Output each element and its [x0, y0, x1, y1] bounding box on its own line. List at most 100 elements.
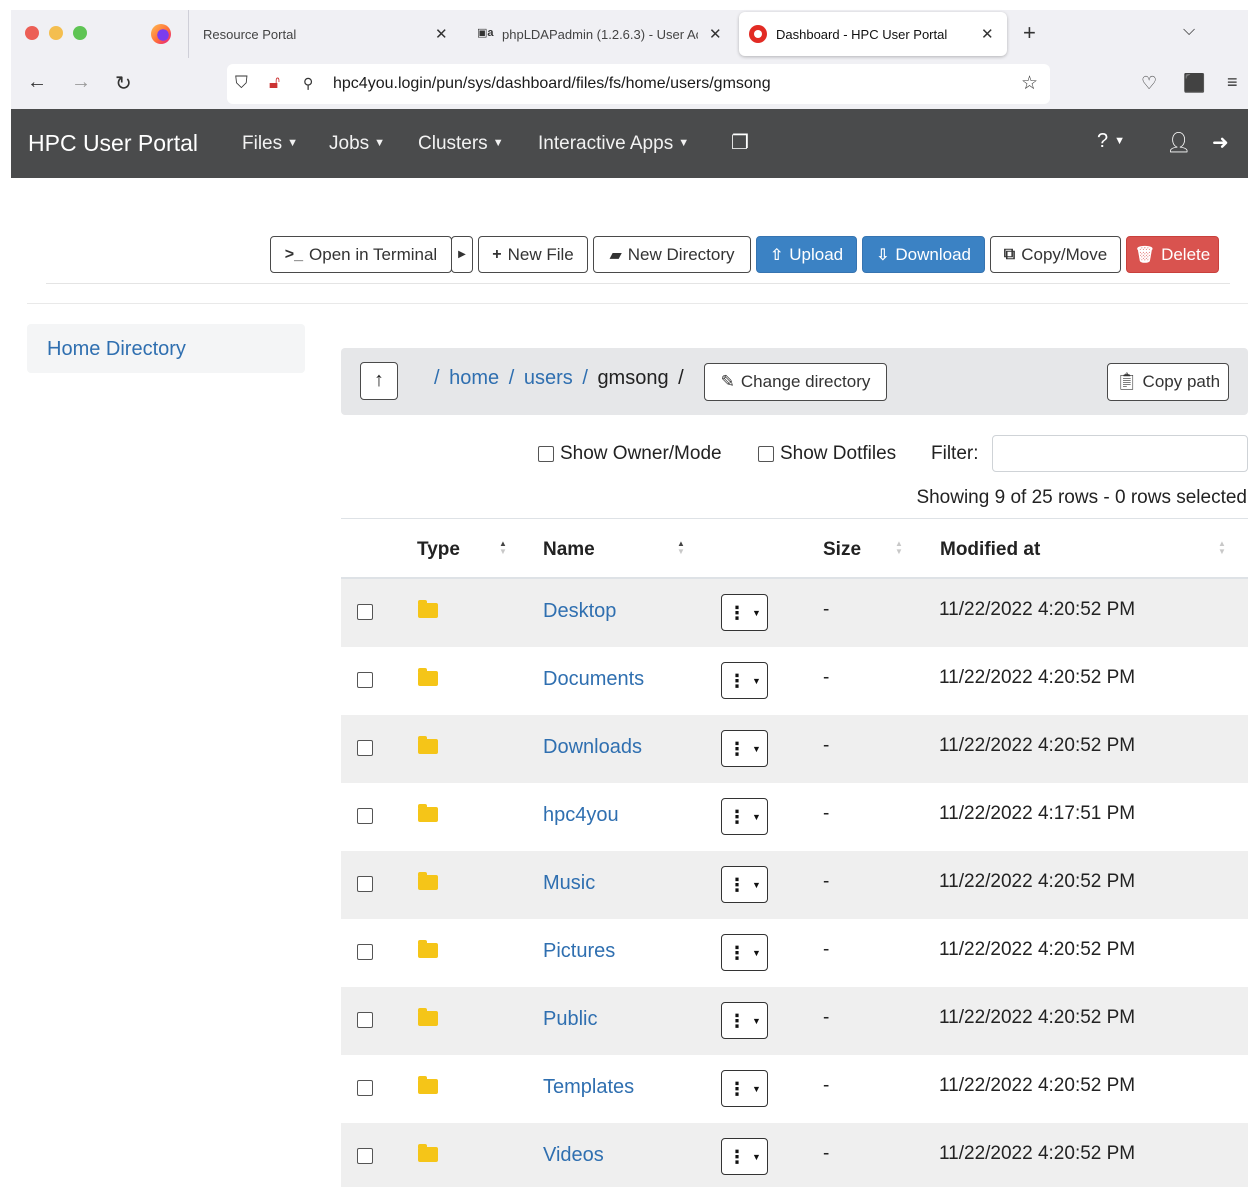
- close-window-button[interactable]: [25, 26, 39, 40]
- sort-icon[interactable]: ▲ ▼: [499, 540, 507, 556]
- breadcrumb: / home / users / gmsong /: [430, 367, 684, 390]
- row-select-checkbox[interactable]: [357, 1148, 373, 1164]
- copy-path-button[interactable]: 📋︎ Copy path: [1107, 363, 1229, 401]
- sort-icon[interactable]: ▲ ▼: [677, 540, 685, 556]
- file-name-link[interactable]: Templates: [543, 1076, 634, 1099]
- row-actions-button[interactable]: ⋮ ▼: [721, 662, 768, 699]
- show-dotfiles-checkbox[interactable]: [758, 446, 774, 462]
- new-directory-button[interactable]: ▰ New Directory: [593, 236, 751, 273]
- new-file-button[interactable]: + New File: [478, 236, 588, 273]
- upload-button[interactable]: ⇧ Upload: [756, 236, 857, 273]
- shield-icon[interactable]: ⛉: [235, 73, 248, 93]
- breadcrumb-home[interactable]: home: [449, 367, 499, 389]
- star-icon[interactable]: ☆: [1021, 72, 1038, 95]
- new-tab-icon[interactable]: +: [1023, 20, 1036, 46]
- table-row[interactable]: Pictures ⋮ ▼ -11/22/2022 4:20:52 PM: [341, 919, 1248, 987]
- table-row[interactable]: Music ⋮ ▼ -11/22/2022 4:20:52 PM: [341, 851, 1248, 919]
- table-row[interactable]: Public ⋮ ▼ -11/22/2022 4:20:52 PM: [341, 987, 1248, 1055]
- menu-files[interactable]: Files ▼: [242, 133, 298, 155]
- file-name-link[interactable]: Desktop: [543, 600, 616, 623]
- minimize-window-button[interactable]: [49, 26, 63, 40]
- file-name-link[interactable]: Documents: [543, 668, 644, 691]
- sort-icon[interactable]: ▲ ▼: [895, 540, 903, 556]
- reload-icon[interactable]: ↻: [115, 71, 132, 96]
- row-actions-button[interactable]: ⋮ ▼: [721, 1138, 768, 1175]
- back-arrow-icon[interactable]: ←: [27, 71, 47, 94]
- brand-title[interactable]: HPC User Portal: [28, 130, 198, 157]
- row-actions-button[interactable]: ⋮ ▼: [721, 866, 768, 903]
- copy-move-button[interactable]: ⧉ Copy/Move: [990, 236, 1121, 273]
- column-header-name[interactable]: Name: [543, 539, 595, 561]
- page-settings-icon[interactable]: ⚲: [303, 75, 313, 92]
- sidebar-item-home-directory[interactable]: Home Directory: [27, 324, 305, 373]
- chevron-down-icon[interactable]: ⌵: [1183, 22, 1195, 40]
- maximize-window-button[interactable]: [73, 26, 87, 40]
- row-actions-button[interactable]: ⋮ ▼: [721, 798, 768, 835]
- row-select-checkbox[interactable]: [357, 876, 373, 892]
- tab-dashboard[interactable]: Dashboard - HPC User Portal ✕: [739, 12, 1007, 56]
- row-actions-button[interactable]: ⋮ ▼: [721, 1002, 768, 1039]
- column-header-size[interactable]: Size: [823, 539, 861, 561]
- row-select-checkbox[interactable]: [357, 740, 373, 756]
- menu-clusters[interactable]: Clusters ▼: [418, 133, 504, 155]
- file-name-link[interactable]: Music: [543, 872, 595, 895]
- row-select-checkbox[interactable]: [357, 1080, 373, 1096]
- table-row[interactable]: Documents ⋮ ▼ -11/22/2022 4:20:52 PM: [341, 647, 1248, 715]
- tab-resource-portal[interactable]: Resource Portal ✕: [203, 10, 463, 58]
- file-name-link[interactable]: Pictures: [543, 940, 615, 963]
- url-text[interactable]: hpc4you.login/pun/sys/dashboard/files/fs…: [333, 75, 771, 93]
- breadcrumb-users[interactable]: users: [524, 367, 573, 389]
- go-up-button[interactable]: ↑: [360, 362, 398, 400]
- row-select-checkbox[interactable]: [357, 944, 373, 960]
- change-directory-button[interactable]: ✎ Change directory: [704, 363, 887, 401]
- row-select-checkbox[interactable]: [357, 808, 373, 824]
- table-row[interactable]: Desktop ⋮ ▼ -11/22/2022 4:20:52 PM: [341, 579, 1248, 647]
- tab-phpldapadmin[interactable]: ▣a phpLDAPadmin (1.2.6.3) - User Account…: [477, 10, 731, 58]
- close-icon[interactable]: ✕: [709, 25, 722, 43]
- show-dotfiles-option[interactable]: Show Dotfiles: [758, 443, 896, 465]
- row-actions-button[interactable]: ⋮ ▼: [721, 730, 768, 767]
- logout-icon[interactable]: ➜: [1212, 130, 1229, 155]
- row-actions-button[interactable]: ⋮ ▼: [721, 594, 768, 631]
- table-row[interactable]: Videos ⋮ ▼ -11/22/2022 4:20:52 PM: [341, 1123, 1248, 1187]
- row-select-checkbox[interactable]: [357, 604, 373, 620]
- show-owner-mode-option[interactable]: Show Owner/Mode: [538, 443, 722, 465]
- address-bar[interactable]: ⛉ 🔓︎ ⚲ hpc4you.login/pun/sys/dashboard/f…: [227, 64, 1050, 104]
- table-row[interactable]: hpc4you ⋮ ▼ -11/22/2022 4:17:51 PM: [341, 783, 1248, 851]
- file-name-link[interactable]: hpc4you: [543, 804, 619, 827]
- forward-arrow-icon[interactable]: →: [71, 71, 91, 94]
- row-select-checkbox[interactable]: [357, 1012, 373, 1028]
- filter-input[interactable]: [992, 435, 1248, 472]
- user-icon[interactable]: 👤︎: [1166, 130, 1191, 155]
- download-button[interactable]: ⇩ Download: [862, 236, 985, 273]
- sort-icon[interactable]: ▲ ▼: [1218, 540, 1226, 556]
- close-icon[interactable]: ✕: [981, 25, 994, 43]
- menu-jobs[interactable]: Jobs ▼: [329, 133, 385, 155]
- file-name-link[interactable]: Videos: [543, 1144, 604, 1167]
- close-icon[interactable]: ✕: [435, 25, 448, 43]
- show-dotfiles-label: Show Dotfiles: [780, 443, 897, 464]
- menu-interactive-apps[interactable]: Interactive Apps ▼: [538, 133, 689, 155]
- show-owner-mode-checkbox[interactable]: [538, 446, 554, 462]
- file-modified: 11/22/2022 4:17:51 PM: [939, 803, 1136, 824]
- file-name-link[interactable]: Downloads: [543, 736, 642, 759]
- sessions-icon[interactable]: ❐: [731, 130, 749, 155]
- row-actions-button[interactable]: ⋮ ▼: [721, 1070, 768, 1107]
- terminal-dropdown-toggle[interactable]: ▶: [451, 236, 473, 273]
- insecure-connection-icon[interactable]: 🔓︎: [269, 73, 280, 93]
- delete-button[interactable]: 🗑︎ Delete: [1126, 236, 1219, 273]
- row-select-checkbox[interactable]: [357, 672, 373, 688]
- help-icon[interactable]: ? ▼: [1097, 130, 1125, 153]
- column-header-type[interactable]: Type: [417, 539, 460, 561]
- table-row[interactable]: Templates ⋮ ▼ -11/22/2022 4:20:52 PM: [341, 1055, 1248, 1123]
- row-actions-button[interactable]: ⋮ ▼: [721, 934, 768, 971]
- column-header-modified[interactable]: Modified at: [940, 539, 1040, 561]
- file-size: -: [823, 1075, 830, 1096]
- table-row[interactable]: Downloads ⋮ ▼ -11/22/2022 4:20:52 PM: [341, 715, 1248, 783]
- pocket-icon[interactable]: ♡: [1141, 73, 1157, 94]
- tab-title: phpLDAPadmin (1.2.6.3) - User Accounts: [502, 26, 698, 42]
- open-in-terminal-button[interactable]: >_ Open in Terminal: [270, 236, 452, 273]
- file-name-link[interactable]: Public: [543, 1008, 597, 1031]
- menu-icon[interactable]: ≡: [1227, 72, 1238, 93]
- extension-icon[interactable]: ⬛: [1183, 73, 1205, 94]
